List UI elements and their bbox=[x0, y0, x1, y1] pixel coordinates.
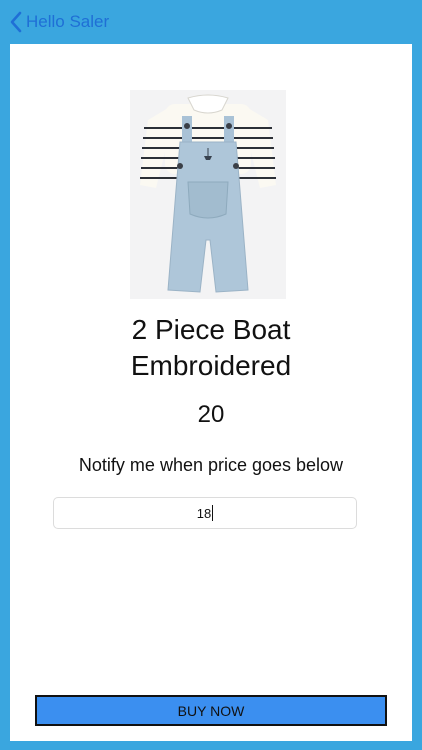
content-panel: 2 Piece Boat Embroidered 20 Notify me wh… bbox=[10, 44, 412, 741]
chevron-left-icon bbox=[10, 11, 22, 33]
back-button[interactable]: Hello Saler bbox=[10, 8, 109, 36]
back-label: Hello Saler bbox=[26, 12, 110, 31]
price-threshold-input[interactable]: 18 bbox=[53, 497, 357, 529]
price-threshold-value: 18 bbox=[196, 505, 212, 521]
product-price: 20 bbox=[197, 401, 225, 428]
product-image bbox=[130, 90, 286, 299]
product-title: 2 Piece Boat Embroidered bbox=[130, 314, 292, 381]
navigation-bar: Hello Saler bbox=[0, 0, 422, 44]
text-caret bbox=[212, 505, 214, 521]
buy-now-button[interactable]: BUY NOW bbox=[35, 695, 387, 726]
notify-label: Notify me when price goes below bbox=[78, 455, 344, 475]
